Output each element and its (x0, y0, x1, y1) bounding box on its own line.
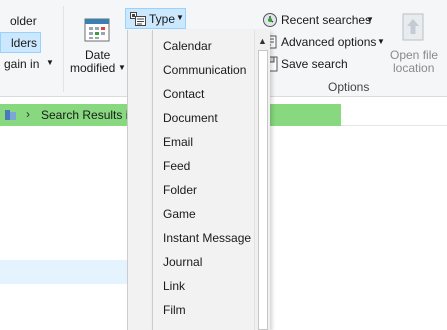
date-modified-label-line1[interactable]: Date (85, 48, 110, 62)
chevron-down-icon: ▼ (118, 63, 126, 72)
chevron-down-icon: ▼ (377, 37, 385, 46)
chevron-down-icon: ▼ (366, 15, 374, 24)
type-menu-item-feed[interactable]: Feed (163, 159, 190, 173)
chevron-right-icon[interactable]: › (26, 107, 30, 121)
type-menu-item-film[interactable]: Film (163, 303, 186, 317)
search-again-in-button[interactable]: gain in (4, 57, 39, 71)
recent-searches-icon (263, 13, 277, 27)
type-menu-item-game[interactable]: Game (163, 207, 196, 221)
calendar-icon[interactable] (84, 16, 110, 42)
type-menu-item-instant-message[interactable]: Instant Message (163, 231, 251, 245)
all-subfolders-label: lders (11, 36, 38, 50)
recent-searches-button[interactable]: Recent searches (281, 13, 371, 27)
type-menu-gutter (127, 30, 152, 330)
group-separator (63, 6, 64, 92)
address-text[interactable]: Search Results in (41, 108, 135, 122)
type-dropdown-scrollbar[interactable]: ▲ (254, 30, 270, 330)
current-folder-label[interactable]: older (10, 14, 37, 28)
type-menu-item-document[interactable]: Document (163, 111, 218, 125)
advanced-options-button[interactable]: Advanced options (281, 35, 376, 49)
scroll-up-arrow-icon[interactable]: ▲ (258, 36, 267, 46)
date-modified-label-line2[interactable]: modified (70, 61, 115, 75)
chevron-down-icon: ▼ (176, 13, 184, 22)
list-item[interactable] (0, 260, 130, 284)
type-menu-item-email[interactable]: Email (163, 135, 193, 149)
type-menu-item-calendar[interactable]: Calendar (163, 39, 212, 53)
open-file-location-label-line1[interactable]: Open file (390, 48, 438, 62)
chevron-down-icon: ▼ (46, 58, 54, 67)
open-file-location-icon[interactable] (400, 12, 426, 42)
type-menu-item-contact[interactable]: Contact (163, 87, 204, 101)
type-menu-item-communication[interactable]: Communication (163, 63, 246, 77)
type-menu-item-journal[interactable]: Journal (163, 255, 202, 269)
open-file-location-label-line2[interactable]: location (393, 61, 434, 75)
type-button[interactable]: Type ▼ (125, 8, 186, 29)
type-button-label: Type (149, 12, 176, 26)
type-icon (130, 12, 146, 26)
save-search-button[interactable]: Save search (281, 57, 348, 71)
options-group-label: Options (328, 80, 370, 94)
type-menu-item-link[interactable]: Link (163, 279, 185, 293)
type-menu-item-folder[interactable]: Folder (163, 183, 197, 197)
folder-icon (5, 110, 16, 120)
scrollbar-thumb[interactable] (258, 50, 268, 330)
all-subfolders-button[interactable]: lders (0, 32, 41, 53)
